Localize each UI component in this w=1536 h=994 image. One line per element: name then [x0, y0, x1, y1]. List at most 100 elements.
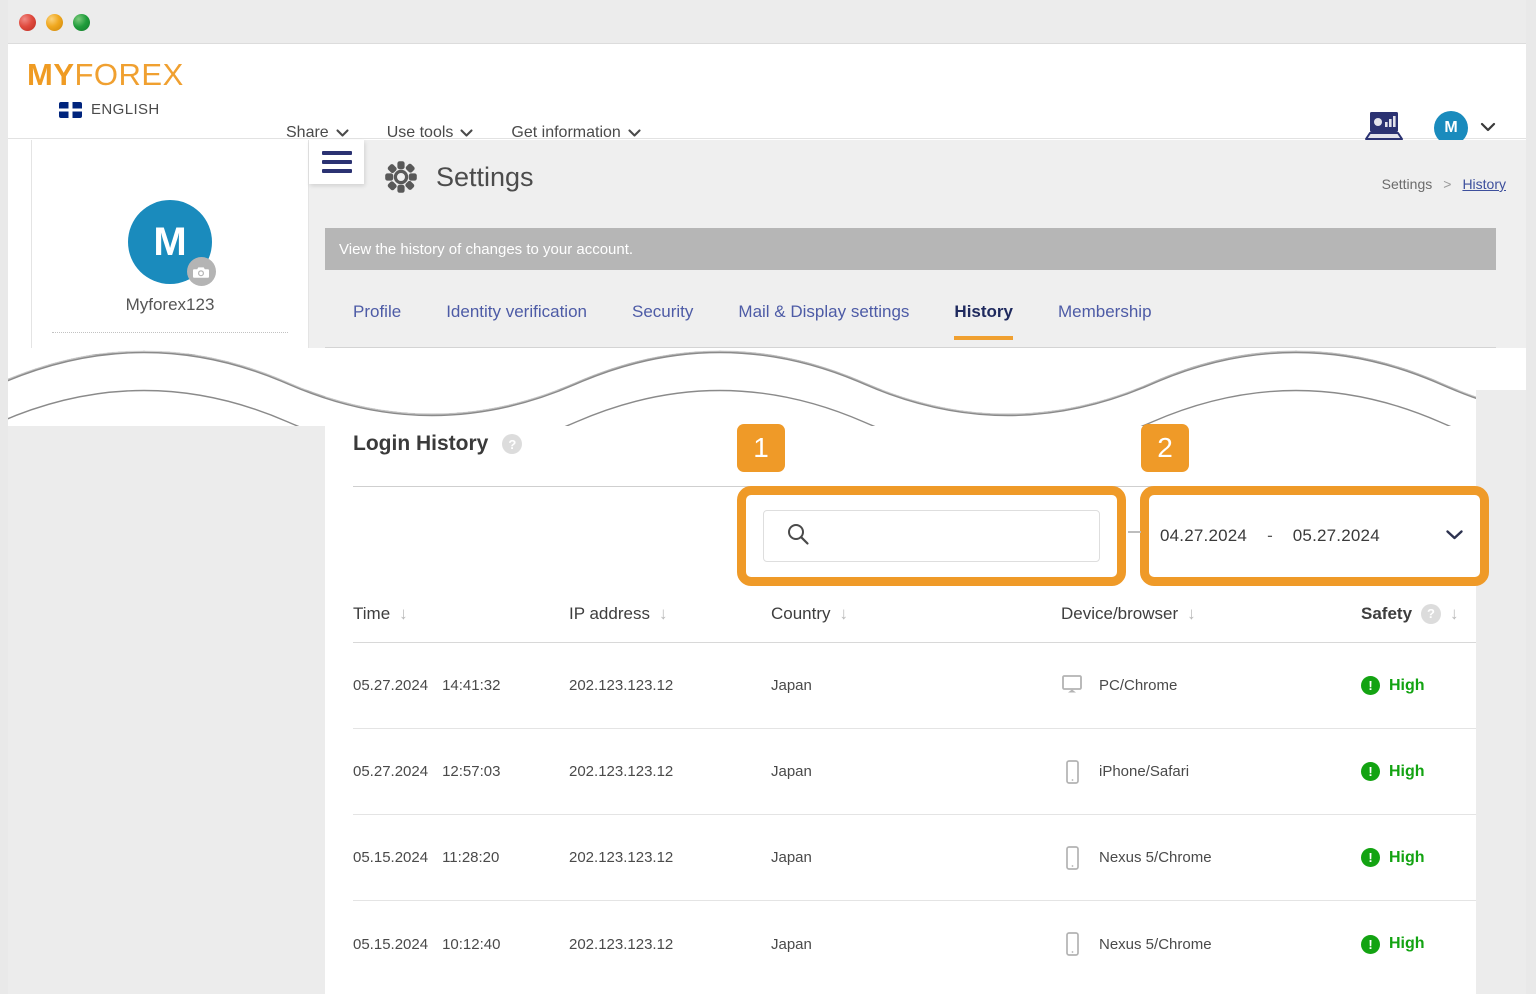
cell-country: Japan: [771, 935, 812, 953]
cell-ip-address: 202.123.123.12: [569, 935, 674, 953]
cell-device-label: iPhone/Safari: [1099, 763, 1190, 780]
hamburger-bar: [321, 151, 352, 155]
camera-icon[interactable]: [187, 257, 216, 286]
section-title: Login History: [353, 432, 489, 455]
profile-card: M Myforex123: [31, 140, 309, 355]
breadcrumb-current[interactable]: History: [1462, 176, 1506, 192]
date-range-end[interactable]: 05.27.2024: [1293, 526, 1380, 546]
cell-ip-address: 202.123.123.12: [569, 849, 674, 866]
hamburger-bar: [321, 160, 352, 164]
settings-header: Settings: [382, 158, 534, 196]
profile-avatar-wrap: M: [128, 200, 216, 286]
cell-time: 05.27.2024 14:41:32: [353, 677, 569, 694]
cell-device-label: Nexus 5/Chrome: [1099, 849, 1212, 866]
language-selector[interactable]: ENGLISH: [59, 101, 184, 118]
help-icon[interactable]: ?: [502, 434, 523, 454]
cell-date: 05.15.2024: [353, 849, 429, 866]
breadcrumb-root[interactable]: Settings: [1382, 176, 1433, 192]
cell-clock: 11:28:20: [442, 849, 500, 866]
chevron-down-icon: [628, 128, 641, 138]
cell-device-label: PC/Chrome: [1099, 677, 1178, 694]
page-title: Settings: [436, 161, 534, 192]
callout-gap-line: [1128, 531, 1141, 533]
callout-badge-2: 2: [1141, 424, 1189, 472]
window-minimize-button[interactable]: [46, 14, 63, 31]
date-range-start[interactable]: 04.27.2024: [1160, 526, 1247, 546]
table-row[interactable]: 05.27.2024 14:41:32 202.123.123.12 Japan…: [353, 643, 1476, 729]
cell-time: 05.27.2024 12:57:03: [353, 763, 569, 780]
tab-profile[interactable]: Profile: [353, 300, 401, 340]
smartphone-icon: [1061, 759, 1083, 785]
sort-down-arrow-icon[interactable]: ↓: [399, 604, 408, 624]
search-field[interactable]: [823, 527, 1093, 545]
gear-icon: [382, 158, 420, 196]
search-icon: [786, 522, 810, 551]
smartphone-icon: [1061, 931, 1083, 957]
tab-security[interactable]: Security: [632, 300, 693, 340]
tab-history[interactable]: History: [954, 300, 1013, 340]
exclamation-circle-icon: !: [1361, 848, 1380, 867]
column-header-ip-address[interactable]: IP address ↓: [569, 604, 771, 624]
callout-badge-1: 1: [737, 424, 785, 472]
chevron-down-icon: [460, 128, 473, 138]
column-label-time: Time: [353, 603, 391, 623]
monitor-icon: [1061, 673, 1083, 699]
site-header: MYFOREX ENGLISH Share Use tools Get info…: [8, 44, 1526, 145]
chevron-down-icon[interactable]: [1480, 119, 1496, 137]
section-header: Login History ?: [353, 432, 523, 456]
column-label-ip-address: IP address: [569, 603, 650, 623]
logo-text-bold: MY: [27, 57, 75, 92]
column-header-country[interactable]: Country ↓: [771, 604, 1061, 624]
tab-mail-display-settings[interactable]: Mail & Display settings: [738, 300, 909, 340]
sort-down-arrow-icon[interactable]: ↓: [840, 604, 849, 624]
cell-safety: ! High: [1361, 762, 1476, 781]
search-input[interactable]: [763, 510, 1100, 562]
table-row[interactable]: 05.27.2024 12:57:03 202.123.123.12 Japan…: [353, 729, 1476, 815]
safety-label: High: [1389, 848, 1425, 866]
table-row[interactable]: 05.15.2024 10:12:40 202.123.123.12 Japan…: [353, 901, 1476, 987]
tab-identity-verification[interactable]: Identity verification: [446, 300, 587, 340]
chevron-down-icon[interactable]: [1445, 526, 1464, 546]
window-right-edge: [1526, 0, 1536, 994]
column-header-safety[interactable]: Safety ? ↓: [1361, 603, 1476, 624]
cell-safety: ! High: [1361, 676, 1476, 695]
cell-ip-address: 202.123.123.12: [569, 677, 674, 694]
cell-country: Japan: [771, 677, 812, 694]
hamburger-menu-icon[interactable]: [309, 140, 364, 184]
table-row[interactable]: 05.15.2024 11:28:20 202.123.123.12 Japan…: [353, 815, 1476, 901]
exclamation-circle-icon: !: [1361, 676, 1380, 695]
cell-country: Japan: [771, 849, 812, 866]
cell-date: 05.27.2024: [353, 763, 429, 780]
cell-device-browser: Nexus 5/Chrome: [1061, 845, 1361, 871]
column-label-safety: Safety: [1361, 603, 1413, 623]
settings-tabs: Profile Identity verification Security M…: [325, 300, 1496, 348]
sort-down-arrow-icon[interactable]: ↓: [1450, 604, 1459, 624]
exclamation-circle-icon: !: [1361, 934, 1380, 954]
date-range-picker[interactable]: 04.27.2024 - 05.27.2024: [1160, 505, 1470, 567]
cell-device-browser: iPhone/Safari: [1061, 759, 1361, 785]
language-label: ENGLISH: [91, 101, 160, 118]
hamburger-bar: [321, 169, 352, 173]
window-titlebar: [0, 0, 1536, 44]
sort-down-arrow-icon[interactable]: ↓: [659, 604, 668, 624]
sort-down-arrow-icon[interactable]: ↓: [1187, 604, 1196, 624]
tab-membership[interactable]: Membership: [1058, 300, 1152, 340]
profile-username: Myforex123: [125, 295, 215, 314]
chevron-down-icon: [336, 128, 349, 138]
column-header-device-browser[interactable]: Device/browser ↓: [1061, 604, 1361, 624]
window-close-button[interactable]: [19, 14, 36, 31]
cell-time: 05.15.2024 11:28:20: [353, 849, 569, 866]
cell-safety: ! High: [1361, 934, 1476, 954]
cell-time: 05.15.2024 10:12:40: [353, 936, 569, 953]
cell-device-browser: Nexus 5/Chrome: [1061, 931, 1361, 957]
table-header-row: Time ↓ IP address ↓ Country ↓ Device/bro…: [353, 585, 1476, 643]
help-icon[interactable]: ?: [1421, 603, 1442, 624]
brand-logo[interactable]: MYFOREX ENGLISH: [27, 59, 184, 118]
window-traffic-lights: [19, 14, 90, 31]
cell-date: 05.27.2024: [353, 677, 429, 694]
safety-label: High: [1389, 762, 1425, 780]
column-header-time[interactable]: Time ↓: [353, 604, 569, 624]
logo-text: MYFOREX: [27, 59, 184, 90]
window-maximize-button[interactable]: [73, 14, 90, 31]
cell-device-browser: PC/Chrome: [1061, 673, 1361, 699]
